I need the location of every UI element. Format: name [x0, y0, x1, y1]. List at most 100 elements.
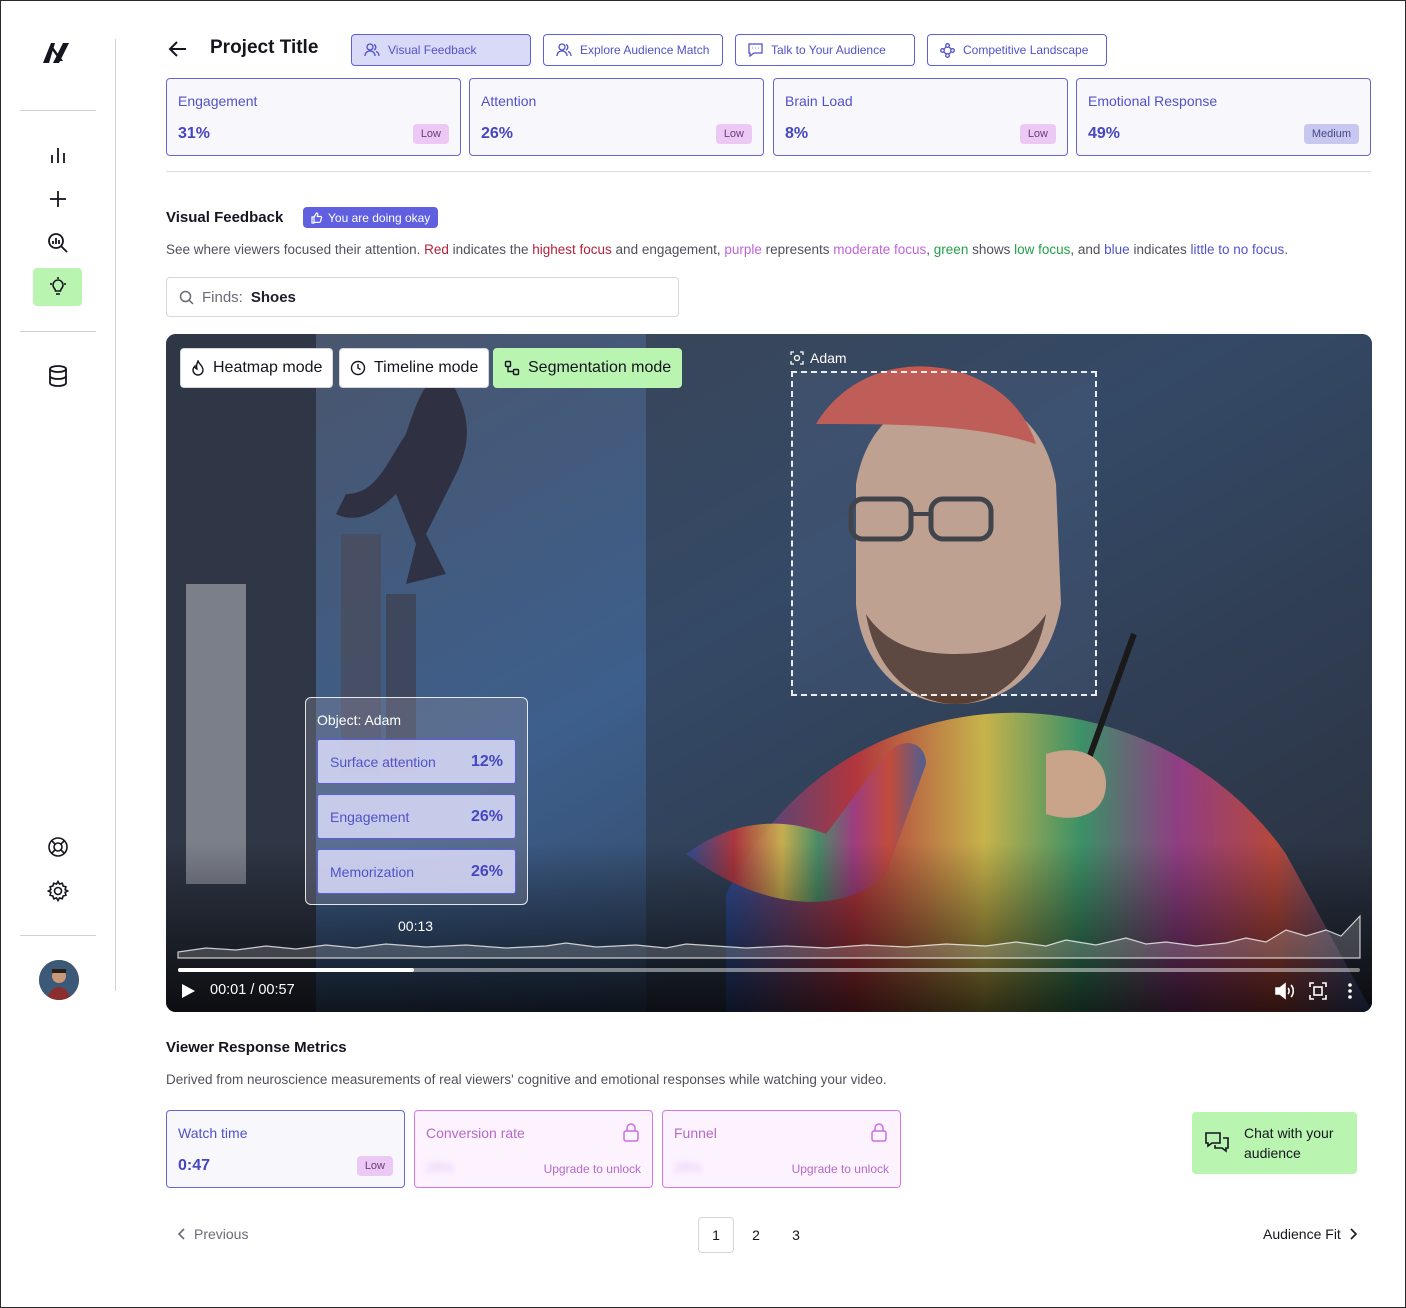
level-badge: Low	[356, 1156, 393, 1176]
mode-label: Segmentation mode	[528, 359, 672, 376]
thumbs-up-icon	[311, 211, 323, 224]
sidebar	[1, 1, 116, 1308]
metric-card-emotional-response: Emotional Response 49% Medium	[1076, 78, 1371, 156]
search-input[interactable]: Finds: Shoes	[166, 277, 679, 317]
page-button[interactable]: 3	[778, 1217, 814, 1253]
analytics-icon[interactable]	[33, 136, 82, 174]
metric-label: Engagement	[178, 93, 258, 109]
object-metric-value: 26%	[470, 862, 503, 880]
mode-label: Heatmap mode	[213, 359, 323, 376]
status-badge-label: You are doing okay	[328, 210, 431, 225]
metric-value: 0:47	[178, 1157, 211, 1174]
chat-with-audience-button[interactable]: Chat with your audience	[1192, 1112, 1357, 1174]
tab-label: Explore Audience Match	[580, 43, 710, 57]
segment-label: Adam	[790, 350, 847, 366]
chevron-left-icon	[178, 1228, 185, 1240]
volume-icon[interactable]	[1273, 979, 1297, 1003]
sidebar-divider	[20, 935, 96, 936]
mode-label: Timeline mode	[374, 359, 479, 376]
back-arrow-icon[interactable]	[166, 37, 190, 61]
hover-time-tooltip: 00:13	[398, 918, 434, 934]
metric-card-engagement: Engagement 31% Low	[166, 78, 461, 156]
add-icon[interactable]	[33, 180, 82, 218]
object-metric-row: Surface attention 12%	[317, 739, 516, 784]
desc-blue-focus: little to no focus	[1190, 242, 1285, 257]
lightbulb-icon[interactable]	[33, 268, 82, 306]
search-label: Finds:	[202, 288, 243, 306]
previous-label: Previous	[194, 1226, 249, 1242]
desc-text: and engagement,	[611, 242, 725, 257]
object-metric-value: 26%	[470, 807, 503, 825]
desc-green-focus: low focus	[1014, 242, 1071, 257]
search-icon	[179, 290, 194, 305]
avatar[interactable]	[39, 960, 79, 1000]
object-metric-label: Engagement	[330, 808, 410, 825]
network-icon	[940, 42, 955, 58]
locked-value: 28%	[674, 1159, 703, 1175]
desc-text: .	[1284, 242, 1289, 257]
viewer-metrics-description: Derived from neuroscience measurements o…	[166, 1072, 887, 1087]
page-title: Project Title	[210, 37, 319, 58]
metric-card-conversion-rate[interactable]: Conversion rate 28% Upgrade to unlock	[414, 1110, 653, 1188]
object-metric-row: Memorization 26%	[317, 849, 516, 894]
previous-button[interactable]: Previous	[178, 1226, 248, 1242]
gear-icon[interactable]	[33, 872, 82, 910]
desc-purple: purple	[724, 242, 762, 257]
fullscreen-icon[interactable]	[1306, 979, 1330, 1003]
tab-talk-to-your-audience[interactable]: Talk to Your Audience	[735, 34, 915, 66]
object-metric-value: 12%	[470, 752, 503, 770]
status-badge: You are doing okay	[303, 207, 439, 228]
metric-value: 26%	[481, 125, 514, 142]
object-title: Object: Adam	[317, 712, 402, 728]
level-badge: Medium	[1303, 124, 1359, 144]
desc-text: indicates the	[448, 242, 533, 257]
object-metric-label: Memorization	[330, 863, 415, 880]
level-badge: Low	[412, 124, 449, 144]
tab-explore-audience-match[interactable]: Explore Audience Match	[543, 34, 723, 66]
page-button[interactable]: 2	[738, 1217, 774, 1253]
tab-competitive-landscape[interactable]: Competitive Landscape	[927, 34, 1107, 66]
desc-purple-focus: moderate focus	[833, 242, 927, 257]
upgrade-link[interactable]: Upgrade to unlock	[544, 1162, 641, 1176]
tab-label: Visual Feedback	[388, 43, 477, 57]
video-time: 00:01 / 00:57	[210, 982, 295, 998]
more-options-icon[interactable]	[1338, 979, 1362, 1003]
metric-label: Funnel	[674, 1125, 717, 1141]
logo-icon[interactable]	[41, 39, 73, 67]
desc-blue: blue	[1104, 242, 1130, 257]
video-progress-bar[interactable]	[178, 968, 1360, 972]
lock-icon	[871, 1123, 887, 1142]
desc-text: ,	[926, 242, 934, 257]
page-button[interactable]: 1	[698, 1217, 734, 1253]
metric-card-funnel[interactable]: Funnel 28% Upgrade to unlock	[662, 1110, 901, 1188]
segmentation-box[interactable]	[791, 371, 1097, 696]
metric-label: Watch time	[178, 1125, 248, 1141]
search-value: Shoes	[250, 288, 296, 306]
metric-label: Conversion rate	[426, 1125, 525, 1141]
visual-feedback-title: Visual Feedback	[166, 209, 284, 226]
video-player[interactable]: Heatmap mode Timeline mode Segmentation …	[166, 334, 1372, 1012]
locked-value: 28%	[426, 1159, 455, 1175]
tab-visual-feedback[interactable]: Visual Feedback	[351, 34, 531, 66]
sidebar-border	[115, 39, 116, 991]
focus-icon	[790, 351, 804, 365]
desc-text: See where viewers focused their attentio…	[166, 242, 425, 257]
users-icon	[364, 43, 380, 57]
video-progress-fill	[178, 968, 415, 972]
metric-label: Attention	[481, 93, 537, 109]
timeline-mode-button[interactable]: Timeline mode	[339, 348, 490, 388]
database-icon[interactable]	[33, 357, 82, 395]
desc-green: green	[933, 242, 969, 257]
help-icon[interactable]	[33, 828, 82, 866]
next-button[interactable]: Audience Fit	[1263, 1226, 1357, 1242]
search-analytics-icon[interactable]	[33, 224, 82, 262]
viewer-metrics-title: Viewer Response Metrics	[166, 1039, 347, 1056]
play-icon[interactable]	[176, 979, 200, 1003]
lock-icon	[623, 1123, 639, 1142]
tab-label: Talk to Your Audience	[771, 43, 886, 57]
segmentation-mode-button[interactable]: Segmentation mode	[493, 348, 683, 388]
upgrade-link[interactable]: Upgrade to unlock	[792, 1162, 889, 1176]
metric-card-brain-load: Brain Load 8% Low	[773, 78, 1068, 156]
visual-feedback-description: See where viewers focused their attentio…	[166, 242, 1288, 257]
heatmap-mode-button[interactable]: Heatmap mode	[180, 348, 334, 388]
